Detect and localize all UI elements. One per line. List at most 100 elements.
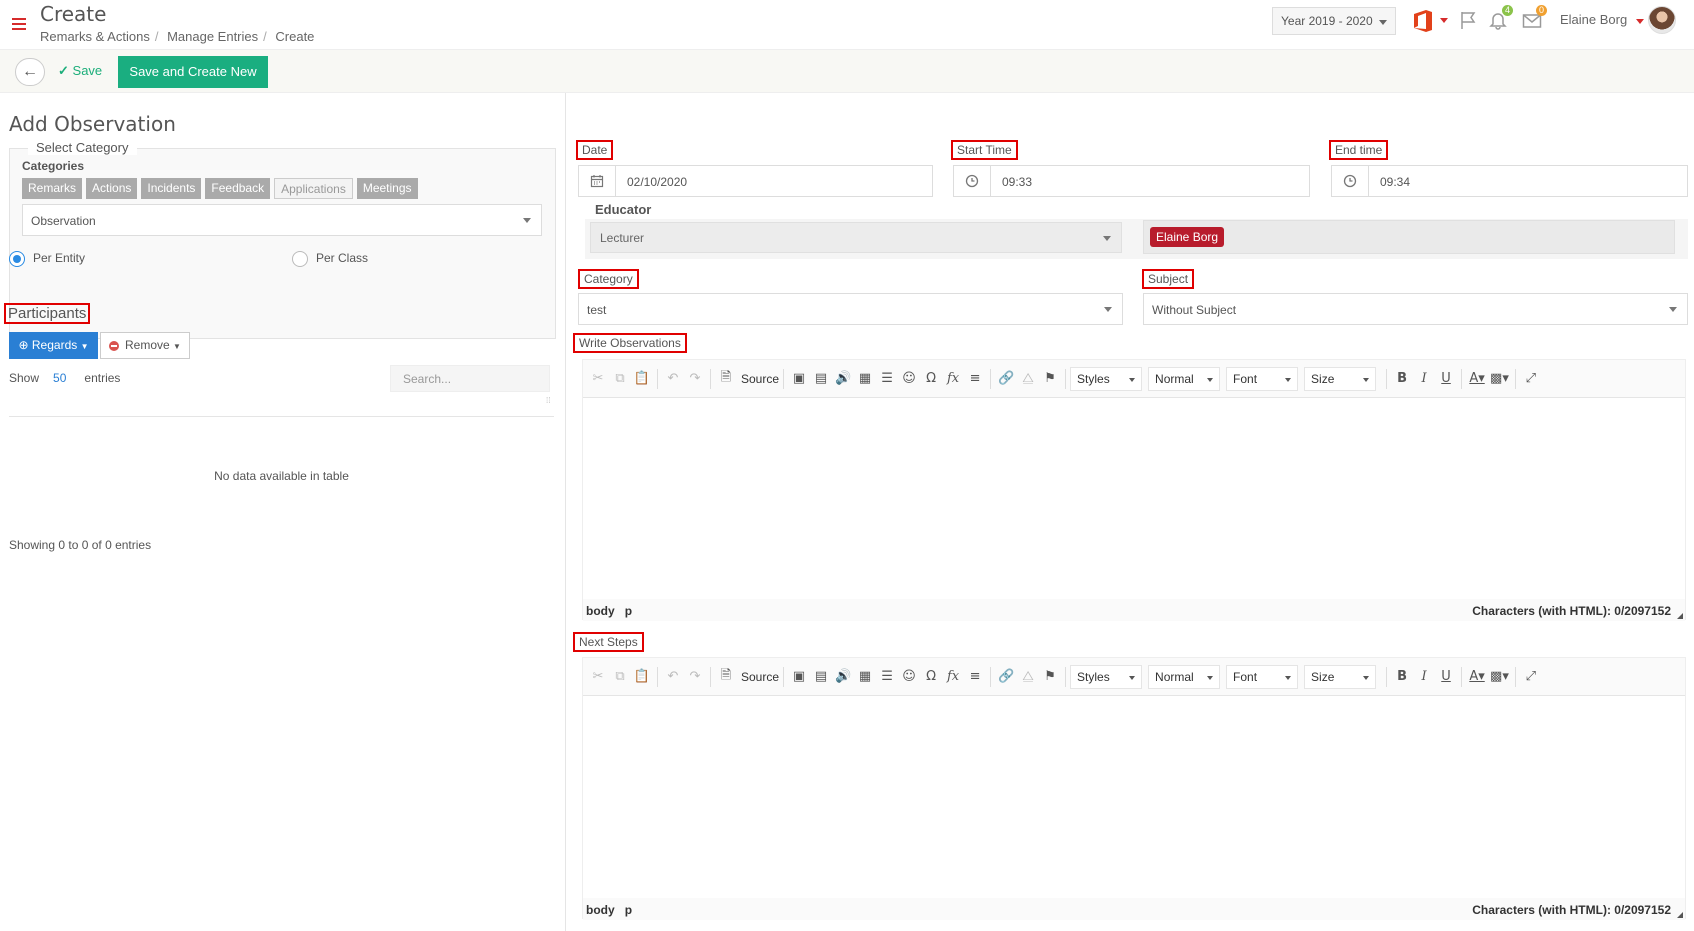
per-entity-radio[interactable]: Per Entity — [9, 251, 85, 267]
cut-icon[interactable]: ✂ — [587, 665, 609, 689]
breadcrumb-item-remarks[interactable]: Remarks & Actions — [40, 29, 150, 44]
educator-role-select[interactable]: Lecturer — [590, 222, 1122, 253]
table-icon[interactable]: ▦ — [854, 665, 876, 689]
next-steps-textarea[interactable] — [583, 696, 1685, 898]
font-select[interactable]: Font — [1226, 664, 1299, 689]
redo-icon[interactable]: ↷ — [684, 367, 706, 391]
category-dropdown[interactable]: test — [578, 293, 1123, 325]
office-icon[interactable] — [1412, 9, 1434, 33]
user-name[interactable]: Elaine Borg — [1560, 12, 1627, 27]
entries-select[interactable]: 50 — [53, 371, 66, 385]
audio-icon[interactable]: 🔊 — [832, 665, 854, 689]
smiley-icon[interactable]: ☺ — [898, 367, 920, 391]
bold-icon[interactable]: B — [1391, 367, 1413, 391]
image-icon[interactable]: ▣ — [788, 367, 810, 391]
list-icon[interactable]: ≡ — [964, 367, 986, 391]
unlink-icon[interactable]: ⧋ — [1017, 665, 1039, 689]
redo-icon[interactable]: ↷ — [684, 665, 706, 689]
paste-icon[interactable]: 📋 — [631, 665, 653, 689]
path-body[interactable]: body — [586, 903, 615, 917]
subject-dropdown[interactable]: Without Subject — [1143, 293, 1688, 325]
clock-icon[interactable] — [954, 166, 991, 196]
copy-icon[interactable]: ⧉ — [609, 367, 631, 391]
size-select[interactable]: Size — [1304, 366, 1377, 391]
underline-icon[interactable]: U — [1435, 665, 1457, 689]
italic-icon[interactable]: I — [1413, 367, 1435, 391]
source-icon[interactable]: 🗎 — [715, 665, 737, 689]
category-tag-actions[interactable]: Actions — [86, 178, 138, 199]
source-button[interactable]: Source — [741, 670, 779, 684]
cut-icon[interactable]: ✂ — [587, 367, 609, 391]
styles-select[interactable]: Styles — [1070, 664, 1143, 689]
menu-icon[interactable] — [12, 18, 26, 30]
bg-color-icon[interactable]: ▩▾ — [1488, 367, 1511, 391]
per-class-radio[interactable]: Per Class — [292, 251, 368, 267]
image2-icon[interactable]: ▤ — [810, 665, 832, 689]
horizontal-line-icon[interactable]: ☰ — [876, 665, 898, 689]
font-select[interactable]: Font — [1226, 366, 1299, 391]
text-color-icon[interactable]: A▾ — [1466, 665, 1488, 689]
path-p[interactable]: p — [625, 903, 632, 917]
year-select[interactable]: Year 2019 - 2020 — [1272, 7, 1396, 35]
audio-icon[interactable]: 🔊 — [832, 367, 854, 391]
clock-icon[interactable] — [1332, 166, 1369, 196]
bg-color-icon[interactable]: ▩▾ — [1488, 665, 1511, 689]
category-tag-remarks[interactable]: Remarks — [22, 178, 83, 199]
path-p[interactable]: p — [625, 604, 632, 618]
start-time-input[interactable]: 09:33 — [953, 165, 1310, 197]
bold-icon[interactable]: B — [1391, 665, 1413, 689]
horizontal-line-icon[interactable]: ☰ — [876, 367, 898, 391]
paste-icon[interactable]: 📋 — [631, 367, 653, 391]
calendar-icon[interactable] — [579, 166, 616, 196]
remove-button[interactable]: Remove ▼ — [100, 332, 190, 359]
grip-icon[interactable]: ⁞⁞ — [546, 396, 550, 405]
avatar[interactable] — [1648, 6, 1676, 34]
format-select[interactable]: Normal — [1148, 366, 1221, 391]
resize-handle[interactable] — [1677, 613, 1683, 619]
formula-icon[interactable]: fx — [942, 367, 964, 391]
special-char-icon[interactable]: Ω — [920, 367, 942, 391]
educator-select[interactable]: Elaine Borg — [1143, 220, 1675, 254]
format-select[interactable]: Normal — [1148, 664, 1221, 689]
observations-textarea[interactable] — [583, 398, 1685, 599]
anchor-flag-icon[interactable]: ⚑ — [1039, 367, 1061, 391]
search-input[interactable]: Search... — [390, 365, 550, 392]
source-button[interactable]: Source — [741, 372, 779, 386]
end-time-input[interactable]: 09:34 — [1331, 165, 1688, 197]
link-icon[interactable]: 🔗 — [995, 665, 1017, 689]
save-button[interactable]: ✓ Save — [58, 63, 102, 79]
chevron-down-icon[interactable] — [1636, 19, 1644, 24]
category-tag-incidents[interactable]: Incidents — [141, 178, 202, 199]
save-and-create-new-button[interactable]: Save and Create New — [118, 56, 268, 88]
size-select[interactable]: Size — [1304, 664, 1377, 689]
image2-icon[interactable]: ▤ — [810, 367, 832, 391]
category-select[interactable]: Observation — [22, 204, 542, 236]
text-color-icon[interactable]: A▾ — [1466, 367, 1488, 391]
anchor-flag-icon[interactable]: ⚑ — [1039, 665, 1061, 689]
flag-icon[interactable] — [1458, 10, 1478, 30]
unlink-icon[interactable]: ⧋ — [1017, 367, 1039, 391]
formula-icon[interactable]: fx — [942, 665, 964, 689]
image-icon[interactable]: ▣ — [788, 665, 810, 689]
list-icon[interactable]: ≡ — [964, 665, 986, 689]
breadcrumb-item-manage[interactable]: Manage Entries — [167, 29, 258, 44]
italic-icon[interactable]: I — [1413, 665, 1435, 689]
special-char-icon[interactable]: Ω — [920, 665, 942, 689]
category-tag-applications[interactable]: Applications — [274, 178, 353, 199]
back-button[interactable]: ← — [15, 58, 45, 86]
underline-icon[interactable]: U — [1435, 367, 1457, 391]
smiley-icon[interactable]: ☺ — [898, 665, 920, 689]
maximize-icon[interactable]: ⤢ — [1520, 367, 1542, 391]
source-icon[interactable]: 🗎 — [715, 367, 737, 391]
undo-icon[interactable]: ↶ — [662, 367, 684, 391]
category-tag-feedback[interactable]: Feedback — [205, 178, 271, 199]
undo-icon[interactable]: ↶ — [662, 665, 684, 689]
regards-button[interactable]: ⊕ Regards ▼ — [9, 332, 98, 359]
category-tag-meetings[interactable]: Meetings — [356, 178, 418, 199]
path-body[interactable]: body — [586, 604, 615, 618]
date-input[interactable]: 02/10/2020 — [578, 165, 933, 197]
copy-icon[interactable]: ⧉ — [609, 665, 631, 689]
maximize-icon[interactable]: ⤢ — [1520, 665, 1542, 689]
resize-handle[interactable] — [1677, 912, 1683, 918]
link-icon[interactable]: 🔗 — [995, 367, 1017, 391]
